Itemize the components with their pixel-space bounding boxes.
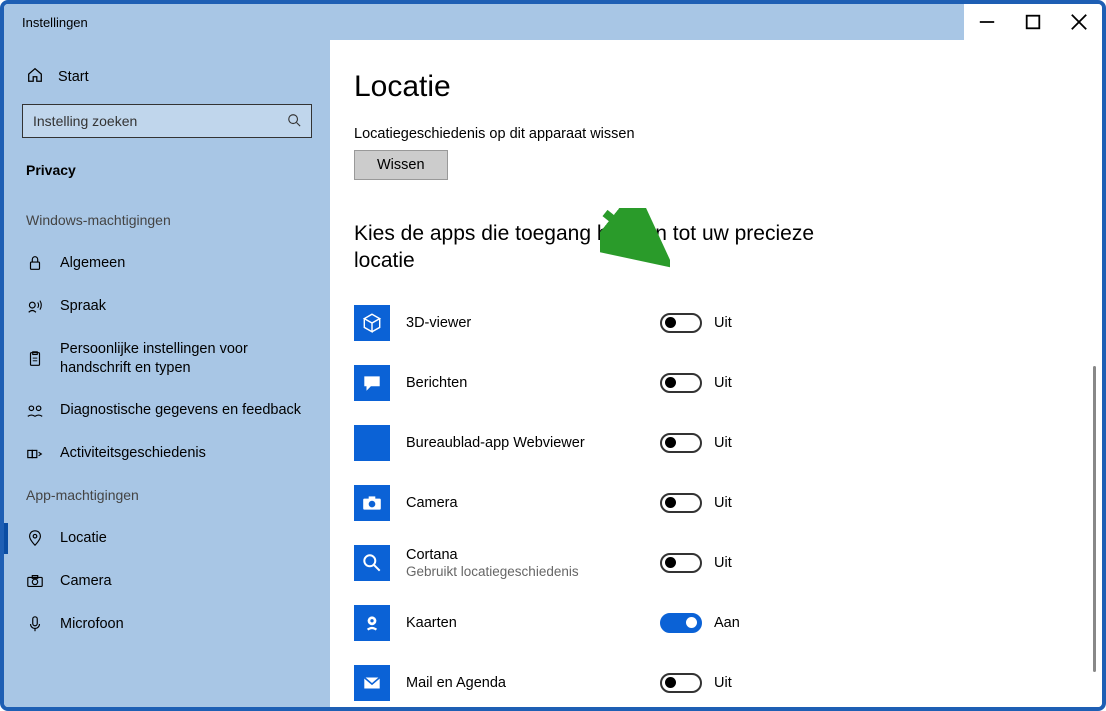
current-section-label: Privacy — [4, 156, 330, 200]
sidebar-item-diagnostisch[interactable]: Diagnostische gegevens en feedback — [4, 389, 330, 432]
toggle-camera[interactable] — [660, 493, 702, 513]
main-content: Locatie Locatiegeschiedenis op dit appar… — [330, 40, 1102, 707]
sidebar-item-algemeen[interactable]: Algemeen — [4, 242, 330, 285]
history-label: Locatiegeschiedenis op dit apparaat wiss… — [354, 126, 1062, 142]
scrollbar[interactable] — [1093, 366, 1096, 672]
app-row-3dviewer: 3D-viewer Uit — [354, 293, 1062, 353]
sidebar-item-activiteit[interactable]: Activiteitsgeschiedenis — [4, 432, 330, 475]
app-row-kaarten: Kaarten Aan — [354, 593, 1062, 653]
group-windows-permissions: Windows-machtigingen — [4, 200, 330, 242]
sidebar-item-label: Spraak — [60, 297, 308, 316]
app-name: Mail en Agenda — [406, 675, 626, 691]
search-placeholder: Instelling zoeken — [33, 113, 137, 129]
home-icon — [26, 66, 44, 88]
maps-icon — [354, 605, 390, 641]
message-icon — [354, 365, 390, 401]
sidebar-item-label: Microfoon — [60, 615, 308, 634]
app-row-mail: Mail en Agenda Uit — [354, 653, 1062, 707]
sidebar-item-handschrift[interactable]: Persoonlijke instellingen voor handschri… — [4, 328, 330, 390]
app-row-camera: Camera Uit — [354, 473, 1062, 533]
sidebar-item-label: Persoonlijke instellingen voor handschri… — [60, 340, 308, 378]
app-row-berichten: Berichten Uit — [354, 353, 1062, 413]
app-list: 3D-viewer Uit Berichten Uit — [354, 293, 1062, 707]
group-app-permissions: App-machtigingen — [4, 475, 330, 517]
settings-window: Instellingen Start Instelling zoeken — [0, 0, 1106, 711]
close-button[interactable] — [1056, 4, 1102, 40]
microphone-icon — [26, 615, 44, 633]
toggle-state: Uit — [714, 555, 732, 571]
home-button[interactable]: Start — [4, 58, 330, 104]
page-title: Locatie — [354, 70, 1062, 104]
window-body: Start Instelling zoeken Privacy Windows-… — [4, 40, 1102, 707]
camera-app-icon — [354, 485, 390, 521]
search-app-icon — [354, 545, 390, 581]
search-icon — [287, 113, 301, 130]
sidebar-item-microfoon[interactable]: Microfoon — [4, 603, 330, 646]
sidebar-item-label: Diagnostische gegevens en feedback — [60, 401, 308, 420]
sidebar: Start Instelling zoeken Privacy Windows-… — [4, 40, 330, 707]
sidebar-item-label: Activiteitsgeschiedenis — [60, 444, 308, 463]
app-row-cortana: Cortana Gebruikt locatiegeschiedenis Uit — [354, 533, 1062, 593]
location-icon — [26, 529, 44, 547]
blank-icon — [354, 425, 390, 461]
toggle-state: Uit — [714, 375, 732, 391]
toggle-state: Uit — [714, 435, 732, 451]
toggle-state: Uit — [714, 675, 732, 691]
toggle-webviewer[interactable] — [660, 433, 702, 453]
toggle-mail[interactable] — [660, 673, 702, 693]
sidebar-item-label: Locatie — [60, 529, 308, 548]
section-heading: Kies de apps die toegang hebben tot uw p… — [354, 220, 854, 275]
speech-icon — [26, 297, 44, 315]
toggle-berichten[interactable] — [660, 373, 702, 393]
app-row-webviewer: Bureaublad-app Webviewer Uit — [354, 413, 1062, 473]
sidebar-item-label: Camera — [60, 572, 308, 591]
toggle-state: Uit — [714, 495, 732, 511]
minimize-button[interactable] — [964, 4, 1010, 40]
app-name: Bureaublad-app Webviewer — [406, 435, 626, 451]
app-sub: Gebruikt locatiegeschiedenis — [406, 564, 626, 579]
app-name: Camera — [406, 495, 626, 511]
app-name: Cortana Gebruikt locatiegeschiedenis — [406, 547, 626, 579]
sidebar-item-spraak[interactable]: Spraak — [4, 285, 330, 328]
toggle-3dviewer[interactable] — [660, 313, 702, 333]
toggle-state: Aan — [714, 615, 740, 631]
titlebar: Instellingen — [4, 4, 1102, 40]
cube-icon — [354, 305, 390, 341]
maximize-icon — [1024, 13, 1042, 31]
home-label: Start — [58, 69, 89, 85]
clipboard-icon — [26, 350, 44, 368]
feedback-icon — [26, 402, 44, 420]
camera-icon — [26, 572, 44, 590]
activity-icon — [26, 445, 44, 463]
minimize-icon — [978, 13, 996, 31]
window-title: Instellingen — [4, 15, 88, 30]
sidebar-item-locatie[interactable]: Locatie — [4, 517, 330, 560]
app-name: 3D-viewer — [406, 315, 626, 331]
window-controls — [964, 4, 1102, 40]
search-input[interactable]: Instelling zoeken — [22, 104, 312, 138]
app-name: Kaarten — [406, 615, 626, 631]
toggle-cortana[interactable] — [660, 553, 702, 573]
toggle-kaarten[interactable] — [660, 613, 702, 633]
app-name: Berichten — [406, 375, 626, 391]
clear-history-button[interactable]: Wissen — [354, 150, 448, 180]
maximize-button[interactable] — [1010, 4, 1056, 40]
sidebar-item-label: Algemeen — [60, 254, 308, 273]
sidebar-item-camera[interactable]: Camera — [4, 560, 330, 603]
mail-icon — [354, 665, 390, 701]
lock-icon — [26, 254, 44, 272]
toggle-state: Uit — [714, 315, 732, 331]
close-icon — [1070, 13, 1088, 31]
